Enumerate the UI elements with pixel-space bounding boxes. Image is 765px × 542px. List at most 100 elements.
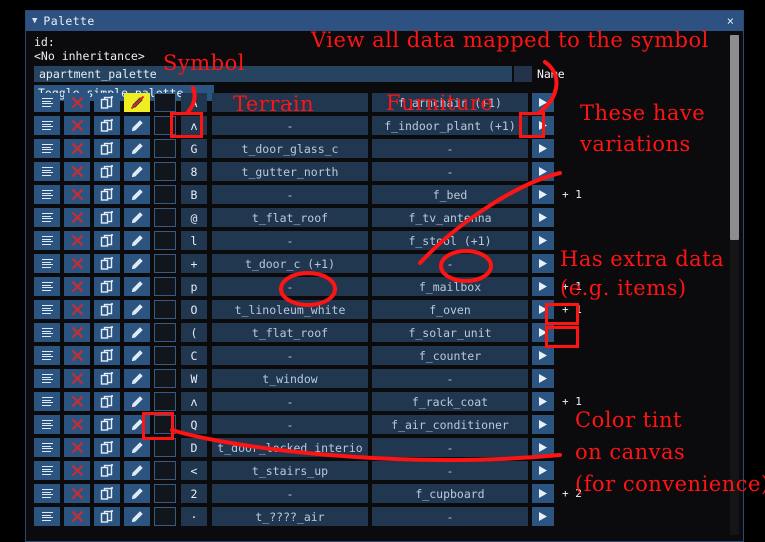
row-color-swatch[interactable] — [154, 438, 176, 457]
row-expand-arrow-button[interactable] — [532, 231, 554, 250]
row-edit-button[interactable] — [124, 208, 150, 227]
row-menu-button[interactable] — [34, 300, 60, 319]
row-terrain-cell[interactable]: t_flat_roof — [212, 323, 368, 342]
row-symbol-cell[interactable]: l — [181, 231, 207, 250]
row-expand-arrow-button[interactable] — [532, 415, 554, 434]
row-furniture-cell[interactable]: - — [372, 369, 528, 388]
row-edit-button[interactable] — [124, 323, 150, 342]
row-symbol-cell[interactable]: + — [181, 254, 207, 273]
row-symbol-cell[interactable]: G — [181, 139, 207, 158]
row-edit-button[interactable] — [124, 231, 150, 250]
row-duplicate-button[interactable] — [94, 461, 120, 480]
row-expand-arrow-button[interactable] — [532, 162, 554, 181]
row-symbol-cell[interactable]: < — [181, 461, 207, 480]
row-symbol-cell[interactable]: Q — [181, 415, 207, 434]
row-menu-button[interactable] — [34, 208, 60, 227]
row-delete-button[interactable] — [64, 323, 90, 342]
row-delete-button[interactable] — [64, 300, 90, 319]
row-terrain-cell[interactable]: t_door_c (+1) — [212, 254, 368, 273]
row-edit-button[interactable] — [124, 415, 150, 434]
row-color-swatch[interactable] — [154, 392, 176, 411]
row-expand-arrow-button[interactable] — [532, 277, 554, 296]
row-duplicate-button[interactable] — [94, 346, 120, 365]
row-terrain-cell[interactable]: - — [212, 277, 368, 296]
row-furniture-cell[interactable]: - — [372, 438, 528, 457]
row-furniture-cell[interactable]: f_indoor_plant (+1) — [372, 116, 528, 135]
row-symbol-cell[interactable]: D — [181, 438, 207, 457]
row-furniture-cell[interactable]: f_tv_antenna — [372, 208, 528, 227]
row-symbol-cell[interactable]: C — [181, 346, 207, 365]
row-color-swatch[interactable] — [154, 162, 176, 181]
row-delete-button[interactable] — [64, 231, 90, 250]
vertical-scrollbar[interactable] — [730, 35, 739, 535]
row-expand-arrow-button[interactable] — [532, 323, 554, 342]
row-edit-button[interactable] — [124, 346, 150, 365]
row-color-swatch[interactable] — [154, 300, 176, 319]
row-duplicate-button[interactable] — [94, 254, 120, 273]
row-expand-arrow-button[interactable] — [532, 93, 554, 112]
row-duplicate-button[interactable] — [94, 323, 120, 342]
row-delete-button[interactable] — [64, 507, 90, 526]
row-terrain-cell[interactable]: - — [212, 392, 368, 411]
row-menu-button[interactable] — [34, 438, 60, 457]
row-duplicate-button[interactable] — [94, 139, 120, 158]
row-delete-button[interactable] — [64, 277, 90, 296]
row-symbol-cell[interactable]: p — [181, 277, 207, 296]
row-delete-button[interactable] — [64, 162, 90, 181]
row-color-swatch[interactable] — [154, 139, 176, 158]
row-delete-button[interactable] — [64, 392, 90, 411]
row-duplicate-button[interactable] — [94, 369, 120, 388]
row-color-swatch[interactable] — [154, 507, 176, 526]
row-delete-button[interactable] — [64, 139, 90, 158]
row-color-swatch[interactable] — [154, 369, 176, 388]
row-terrain-cell[interactable]: t_door_locked_interio — [212, 438, 368, 457]
row-furniture-cell[interactable]: f_cupboard — [372, 484, 528, 503]
row-symbol-cell[interactable]: @ — [181, 208, 207, 227]
row-terrain-cell[interactable]: - — [212, 93, 368, 112]
row-expand-arrow-button[interactable] — [532, 185, 554, 204]
row-expand-arrow-button[interactable] — [532, 208, 554, 227]
row-symbol-cell[interactable]: 8 — [181, 162, 207, 181]
row-delete-button[interactable] — [64, 254, 90, 273]
row-duplicate-button[interactable] — [94, 484, 120, 503]
name-color-swatch[interactable] — [514, 66, 532, 82]
row-terrain-cell[interactable]: t_????_air — [212, 507, 368, 526]
row-furniture-cell[interactable]: f_counter — [372, 346, 528, 365]
caret-down-icon[interactable]: ▼ — [32, 16, 37, 26]
row-menu-button[interactable] — [34, 369, 60, 388]
row-menu-button[interactable] — [34, 139, 60, 158]
row-menu-button[interactable] — [34, 323, 60, 342]
row-symbol-cell[interactable]: O — [181, 300, 207, 319]
row-terrain-cell[interactable]: t_stairs_up — [212, 461, 368, 480]
row-terrain-cell[interactable]: - — [212, 185, 368, 204]
row-expand-arrow-button[interactable] — [532, 116, 554, 135]
row-furniture-cell[interactable]: f_air_conditioner — [372, 415, 528, 434]
row-menu-button[interactable] — [34, 162, 60, 181]
row-duplicate-button[interactable] — [94, 438, 120, 457]
row-terrain-cell[interactable]: - — [212, 231, 368, 250]
row-delete-button[interactable] — [64, 93, 90, 112]
row-color-swatch[interactable] — [154, 323, 176, 342]
row-menu-button[interactable] — [34, 484, 60, 503]
row-edit-button[interactable] — [124, 461, 150, 480]
row-menu-button[interactable] — [34, 116, 60, 135]
close-icon[interactable]: × — [724, 14, 737, 28]
row-edit-button[interactable] — [124, 139, 150, 158]
row-delete-button[interactable] — [64, 438, 90, 457]
row-color-swatch[interactable] — [154, 277, 176, 296]
row-edit-button[interactable] — [124, 300, 150, 319]
row-symbol-cell[interactable]: ʌ — [181, 116, 207, 135]
row-duplicate-button[interactable] — [94, 185, 120, 204]
row-symbol-cell[interactable]: B — [181, 185, 207, 204]
row-expand-arrow-button[interactable] — [532, 346, 554, 365]
row-edit-button[interactable] — [124, 484, 150, 503]
row-menu-button[interactable] — [34, 231, 60, 250]
row-delete-button[interactable] — [64, 415, 90, 434]
row-color-swatch[interactable] — [154, 346, 176, 365]
row-edit-button[interactable] — [124, 116, 150, 135]
row-expand-arrow-button[interactable] — [532, 369, 554, 388]
scrollbar-thumb[interactable] — [730, 35, 739, 240]
row-expand-arrow-button[interactable] — [532, 300, 554, 319]
row-edit-button[interactable] — [124, 438, 150, 457]
row-duplicate-button[interactable] — [94, 93, 120, 112]
